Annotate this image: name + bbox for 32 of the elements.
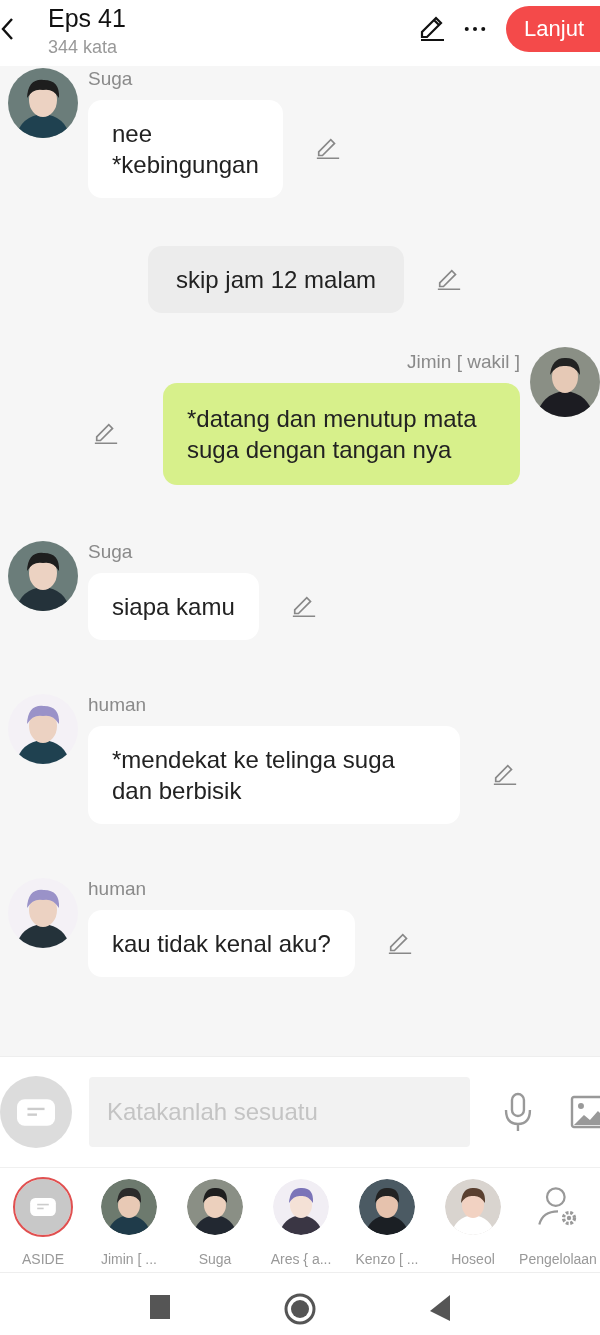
back-icon[interactable] (0, 17, 14, 41)
message-bubble: nee *kebingungan (88, 100, 283, 198)
speaker-name: Jimin [ wakil ] (407, 351, 520, 373)
word-count: 344 kata (48, 37, 119, 58)
chat-bubble-icon (17, 1098, 55, 1126)
speaker-name: Suga (88, 541, 134, 563)
speaker-name: human (88, 694, 148, 716)
more-icon[interactable] (464, 26, 487, 32)
chat-bubble-icon (30, 1198, 56, 1216)
pencil-icon[interactable] (418, 15, 447, 43)
aside-avatar[interactable] (15, 1179, 71, 1235)
character-label: ASIDE (22, 1251, 64, 1267)
episode-title: Eps 41 (48, 4, 127, 33)
next-button[interactable]: Lanjut (506, 6, 600, 52)
speaker-name: human (88, 878, 148, 900)
aside-bubble: skip jam 12 malam (148, 246, 405, 313)
character-label: Pengelolaan (519, 1251, 597, 1267)
character-label: Jimin [ ... (101, 1251, 157, 1267)
character-label: Ares { a... (270, 1251, 332, 1267)
edit-icon[interactable] (492, 762, 518, 788)
message-bubble: kau tidak kenal aku? (88, 910, 355, 977)
edit-icon[interactable] (314, 136, 341, 162)
speaker-name: Suga (88, 68, 134, 90)
microphone-icon[interactable] (503, 1092, 534, 1132)
message-bubble: *mendekat ke telinga suga dan berbisik (88, 726, 460, 824)
edit-icon[interactable] (93, 421, 119, 447)
character-label: Suga (198, 1251, 232, 1267)
message-bubble: *datang dan menutup mata suga dengan tangan nya (163, 383, 520, 485)
message-bubble: siapa kamu (88, 573, 259, 640)
image-icon[interactable] (570, 1095, 600, 1129)
character-label: Hoseol (451, 1251, 495, 1267)
character-label: Kenzo [ ... (355, 1251, 419, 1267)
